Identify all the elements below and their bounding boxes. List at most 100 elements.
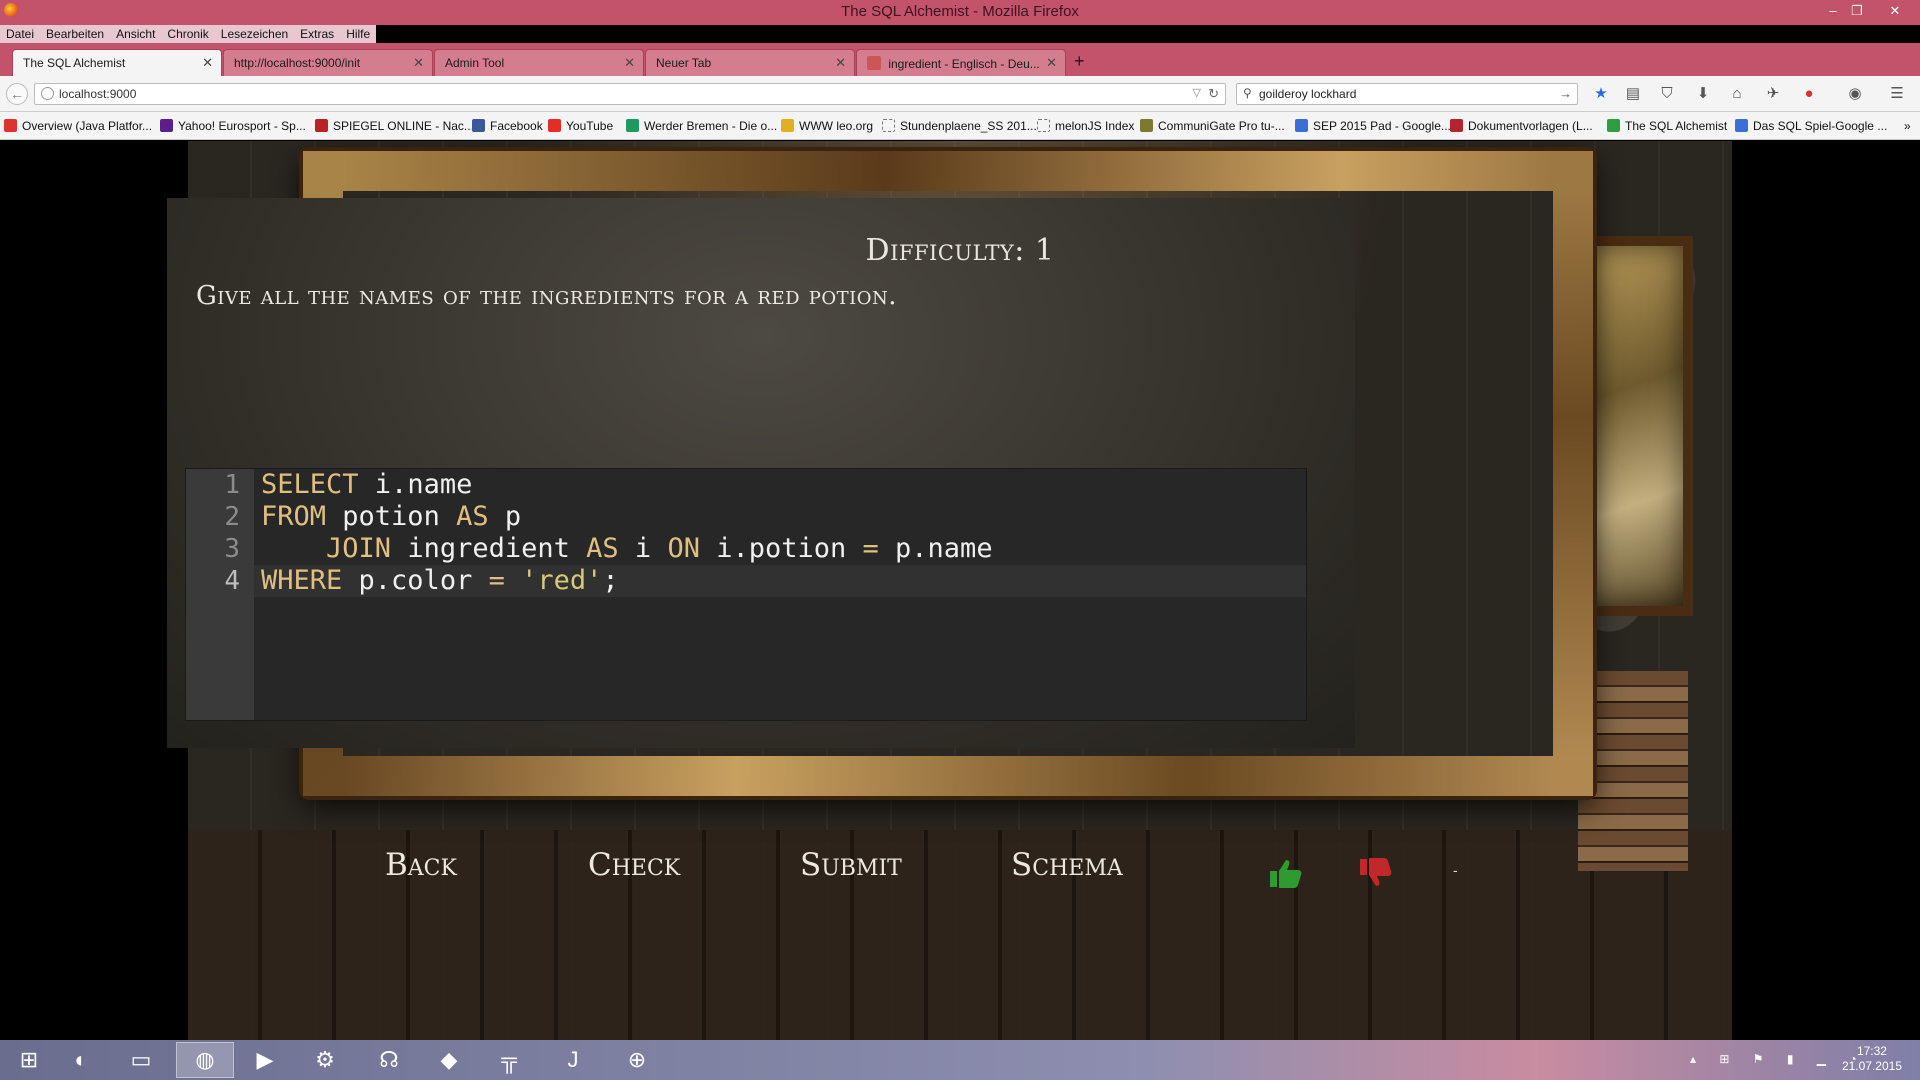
firefox-taskbar-icon[interactable]: ◍ bbox=[176, 1042, 234, 1078]
page-icon bbox=[1037, 119, 1050, 132]
menu-bearbeiten[interactable]: Bearbeiten bbox=[40, 25, 111, 43]
bookmarks-menu-icon[interactable]: ▤ bbox=[1624, 85, 1642, 103]
minimize-panel-button[interactable]: - bbox=[1453, 862, 1458, 878]
bookmark-item[interactable]: SPIEGEL ONLINE - Nac... bbox=[315, 119, 474, 133]
close-tab-icon[interactable]: ✕ bbox=[1046, 55, 1057, 71]
url-bar[interactable]: ▽ ↻ bbox=[34, 83, 1226, 105]
bookmark-item[interactable]: Overview (Java Platfor... bbox=[4, 119, 152, 133]
check-button[interactable]: Check bbox=[588, 847, 680, 883]
google-docs-icon bbox=[1735, 119, 1748, 132]
page-icon bbox=[882, 119, 895, 132]
line-number: 1 bbox=[224, 470, 240, 500]
bookmark-star-icon[interactable]: ★ bbox=[1592, 85, 1610, 103]
communigate-icon bbox=[1140, 119, 1153, 132]
media-player-icon[interactable]: ▶ bbox=[236, 1042, 294, 1078]
minimize-button[interactable]: – bbox=[1822, 2, 1844, 20]
tab-neuer-tab[interactable]: Neuer Tab ✕ bbox=[645, 49, 855, 76]
bookmark-item[interactable]: Yahoo! Eurosport - Sp... bbox=[160, 119, 306, 133]
search-input[interactable] bbox=[1259, 86, 1549, 102]
tab-localhost-init[interactable]: http://localhost:9000/init ✕ bbox=[223, 49, 433, 76]
menu-extras[interactable]: Extras bbox=[294, 25, 341, 43]
search-bar[interactable]: ⚲ → bbox=[1236, 83, 1578, 105]
thumbs-up-icon[interactable] bbox=[1268, 857, 1304, 889]
menu-chronik[interactable]: Chronik bbox=[161, 25, 215, 43]
system-tray[interactable]: ▴ ⊞ ⚑ ▮ ▁ ◔ bbox=[1690, 1052, 1867, 1066]
git-icon[interactable]: ◆ bbox=[420, 1042, 478, 1078]
reload-icon[interactable]: ↻ bbox=[1208, 86, 1219, 102]
close-tab-icon[interactable]: ✕ bbox=[624, 55, 635, 71]
window-title: The SQL Alchemist - Mozilla Firefox bbox=[841, 3, 1079, 20]
code-line[interactable]: FROM potion AS p bbox=[261, 501, 521, 533]
menu-ansicht[interactable]: Ansicht bbox=[110, 25, 162, 43]
werder-icon bbox=[626, 119, 639, 132]
thumb-up-shape bbox=[1270, 860, 1302, 888]
app-icon[interactable]: ◐ bbox=[52, 1042, 110, 1078]
code-line[interactable]: SELECT i.name bbox=[261, 469, 472, 501]
bookmark-item[interactable]: Stundenplaene_SS 201... bbox=[882, 119, 1037, 133]
java-icon bbox=[4, 119, 17, 132]
send-icon[interactable]: ✈ bbox=[1764, 85, 1782, 103]
bookmark-item[interactable]: WWW leo.org bbox=[781, 119, 873, 133]
bookmark-item[interactable]: The SQL Alchemist bbox=[1607, 119, 1727, 133]
line-number: 4 bbox=[224, 566, 240, 596]
line-number: 3 bbox=[224, 534, 240, 564]
restore-button[interactable]: ❐ bbox=[1846, 2, 1868, 20]
bookmark-item[interactable]: melonJS Index bbox=[1037, 119, 1134, 133]
hamburger-menu-icon[interactable]: ☰ bbox=[1888, 85, 1906, 103]
menu-lesezeichen[interactable]: Lesezeichen bbox=[214, 25, 295, 43]
download-icon[interactable]: ⬇ bbox=[1694, 85, 1712, 103]
page-content: Difficulty: 1 Give all the names of the … bbox=[0, 141, 1920, 1040]
youtube-icon bbox=[548, 119, 561, 132]
dokumentvorlagen-icon bbox=[1450, 119, 1463, 132]
menu-hilfe[interactable]: Hilfe bbox=[340, 25, 377, 43]
tab-sql-alchemist[interactable]: The SQL Alchemist ✕ bbox=[12, 49, 222, 76]
intellij-icon[interactable]: J bbox=[544, 1042, 602, 1078]
bookmark-item[interactable]: Werder Bremen - Die o... bbox=[626, 119, 777, 133]
bookmark-item[interactable]: Facebook bbox=[472, 119, 543, 133]
sql-code-editor[interactable]: 1 2 3 4 SELECT i.name FROM potion AS p J… bbox=[185, 468, 1307, 721]
tab-bar: The SQL Alchemist ✕ http://localhost:900… bbox=[0, 43, 1920, 76]
back-arrow-icon[interactable]: ← bbox=[6, 83, 28, 105]
code-line[interactable]: WHERE p.color = 'red'; bbox=[261, 565, 619, 597]
network-tool-icon[interactable]: ⊕ bbox=[608, 1042, 666, 1078]
file-explorer-icon[interactable]: ▭ bbox=[112, 1042, 170, 1078]
bookmark-item[interactable]: CommuniGate Pro tu-... bbox=[1140, 119, 1285, 133]
chevron-down-icon[interactable]: ▽ bbox=[1193, 86, 1201, 99]
submit-button[interactable]: Submit bbox=[800, 847, 902, 883]
chat-icon[interactable]: ◉ bbox=[1846, 85, 1864, 103]
spiegel-icon bbox=[315, 119, 328, 132]
close-tab-icon[interactable]: ✕ bbox=[413, 55, 424, 71]
close-tab-icon[interactable]: ✕ bbox=[202, 55, 213, 71]
bookmark-item[interactable]: SEP 2015 Pad - Google... bbox=[1295, 119, 1451, 133]
new-tab-icon[interactable]: + bbox=[1074, 51, 1085, 72]
windows-start-icon[interactable]: ⊞ bbox=[0, 1042, 58, 1078]
clock-time: 17:32 bbox=[1856, 1044, 1887, 1058]
adblock-icon[interactable]: ● bbox=[1800, 85, 1818, 103]
pocket-icon[interactable]: ⛉ bbox=[1658, 85, 1676, 103]
site-identity-icon[interactable] bbox=[41, 87, 54, 100]
home-icon[interactable]: ⌂ bbox=[1728, 85, 1746, 103]
tab-ingredient[interactable]: ingredient - Englisch - Deu... ✕ bbox=[856, 49, 1066, 76]
back-button[interactable]: Back bbox=[385, 847, 457, 883]
bookmark-item[interactable]: YouTube bbox=[548, 119, 613, 133]
taskbar-clock[interactable]: 17:32 21.07.2015 bbox=[1842, 1044, 1902, 1074]
line-number-gutter: 1 2 3 4 bbox=[186, 469, 254, 720]
bookmark-item[interactable]: Das SQL Spiel-Google ... bbox=[1735, 119, 1887, 133]
windows-taskbar: ⊞ ◐ ▭ ◍ ▶ ⚙ ☊ ◆ ╦ J ⊕ ▴ ⊞ ⚑ ▮ ▁ ◔ 17:32 … bbox=[0, 1040, 1920, 1080]
thumbs-down-icon[interactable] bbox=[1358, 857, 1394, 889]
bookmarks-toolbar: Overview (Java Platfor... Yahoo! Eurospo… bbox=[0, 112, 1920, 140]
schema-button[interactable]: Schema bbox=[1011, 847, 1123, 883]
bookmarks-overflow-icon[interactable]: » bbox=[1904, 119, 1911, 133]
code-line[interactable]: JOIN ingredient AS i ON i.potion = p.nam… bbox=[261, 533, 993, 565]
tab-admin-tool[interactable]: Admin Tool ✕ bbox=[434, 49, 644, 76]
url-input[interactable] bbox=[59, 86, 1159, 102]
tools-icon[interactable]: ╦ bbox=[480, 1042, 538, 1078]
steam-icon[interactable]: ⚙ bbox=[296, 1042, 354, 1078]
close-window-button[interactable]: ✕ bbox=[1884, 2, 1906, 20]
headphones-icon[interactable]: ☊ bbox=[360, 1042, 418, 1078]
search-go-icon[interactable]: → bbox=[1559, 86, 1572, 101]
bookmark-item[interactable]: Dokumentvorlagen (L... bbox=[1450, 119, 1593, 133]
line-number: 2 bbox=[224, 502, 240, 532]
close-tab-icon[interactable]: ✕ bbox=[835, 55, 846, 71]
menu-datei[interactable]: Datei bbox=[0, 25, 41, 43]
